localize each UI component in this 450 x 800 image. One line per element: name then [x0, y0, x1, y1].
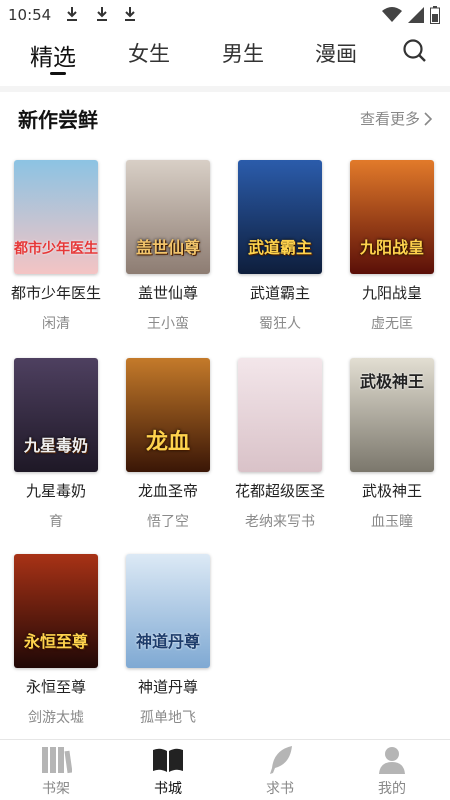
book-cover: 神道丹尊 [126, 554, 210, 668]
book-cover: 九阳战皇 [350, 160, 434, 274]
book-author: 蜀狂人 [259, 316, 301, 332]
status-time: 10:54 [8, 6, 52, 24]
book-title: 都市少年医生 [10, 284, 101, 302]
book-card[interactable]: 永恒至尊 永恒至尊 剑游太墟 [0, 554, 112, 727]
category-tabs: 精选 女生 男生 漫画 [0, 30, 450, 86]
download-icon [96, 6, 108, 22]
book-title: 武道霸主 [249, 284, 310, 302]
tab-female[interactable]: 女生 [128, 38, 170, 68]
book-title: 龙血圣帝 [137, 482, 198, 500]
chevron-right-icon [424, 111, 432, 126]
book-cover: 都市少年医生 [14, 160, 98, 274]
book-author: 闲清 [42, 316, 70, 332]
book-author: 血玉瞳 [371, 514, 413, 530]
nav-request-book[interactable]: 求书 [224, 744, 336, 798]
signal-icon [408, 7, 424, 27]
book-card[interactable]: 花都超级医圣 老纳来写书 [224, 358, 336, 531]
nav-label: 我的 [378, 781, 406, 797]
book-author: 育 [49, 514, 63, 530]
book-author: 剑游太墟 [28, 710, 84, 726]
book-title: 永恒至尊 [25, 678, 86, 696]
tab-male[interactable]: 男生 [222, 38, 264, 68]
nav-label: 求书 [266, 781, 294, 797]
book-card[interactable]: 神道丹尊 神道丹尊 孤单地飞 [112, 554, 224, 727]
feather-icon [224, 744, 336, 776]
status-bar: 10:54 [0, 0, 450, 30]
nav-label: 书架 [42, 781, 70, 797]
book-title: 九阳战皇 [361, 284, 422, 302]
book-cover: 武极神王 [350, 358, 434, 472]
book-card[interactable]: 九星毒奶 九星毒奶 育 [0, 358, 112, 531]
bookshelf-icon [0, 744, 112, 776]
divider [0, 86, 450, 92]
book-card[interactable]: 盖世仙尊 盖世仙尊 王小蛮 [112, 160, 224, 333]
tab-comics[interactable]: 漫画 [315, 38, 357, 68]
book-author: 虚无匡 [371, 316, 413, 332]
book-card[interactable]: 武道霸主 武道霸主 蜀狂人 [224, 160, 336, 333]
battery-icon [430, 6, 440, 28]
book-cover: 武道霸主 [238, 160, 322, 274]
active-tab-indicator [50, 72, 66, 75]
nav-bookshelf[interactable]: 书架 [0, 744, 112, 798]
nav-bookstore[interactable]: 书城 [112, 744, 224, 798]
book-author: 悟了空 [147, 514, 189, 530]
download-icon [66, 6, 78, 22]
book-card[interactable]: 武极神王 武极神王 血玉瞳 [336, 358, 448, 531]
book-cover: 盖世仙尊 [126, 160, 210, 274]
view-more-label: 查看更多 [359, 110, 420, 128]
book-card[interactable]: 龙血 龙血圣帝 悟了空 [112, 358, 224, 531]
book-title: 武极神王 [361, 482, 422, 500]
nav-label: 书城 [154, 781, 182, 797]
view-more-link[interactable]: 查看更多 [360, 108, 432, 129]
book-cover: 龙血 [126, 358, 210, 472]
book-title: 盖世仙尊 [137, 284, 198, 302]
book-title: 九星毒奶 [25, 482, 86, 500]
search-icon[interactable] [402, 38, 428, 64]
download-icon [124, 6, 136, 22]
user-icon [336, 744, 448, 776]
book-title: 神道丹尊 [137, 678, 198, 696]
nav-profile[interactable]: 我的 [336, 744, 448, 798]
book-title: 花都超级医圣 [234, 482, 325, 500]
book-author: 王小蛮 [147, 316, 189, 332]
wifi-icon [382, 7, 402, 27]
book-cover: 九星毒奶 [14, 358, 98, 472]
bottom-navigation: 书架 书城 求书 我的 [0, 739, 450, 800]
book-cover [238, 358, 322, 472]
book-card[interactable]: 九阳战皇 九阳战皇 虚无匡 [336, 160, 448, 333]
book-author: 孤单地飞 [140, 710, 196, 726]
book-cover: 永恒至尊 [14, 554, 98, 668]
section-title: 新作尝鲜 [18, 108, 98, 132]
book-author: 老纳来写书 [245, 514, 315, 530]
book-card[interactable]: 都市少年医生 都市少年医生 闲清 [0, 160, 112, 333]
open-book-icon [112, 744, 224, 776]
tab-featured[interactable]: 精选 [30, 38, 76, 72]
